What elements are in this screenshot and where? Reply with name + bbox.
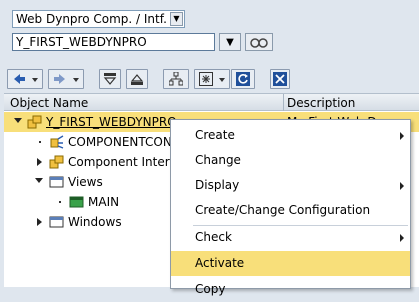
expand-button[interactable] — [99, 69, 121, 89]
leaf-dot-icon — [39, 141, 41, 143]
hierarchy-icon — [169, 72, 183, 86]
display-button[interactable] — [245, 33, 273, 51]
menu-item-activate[interactable]: Activate — [171, 251, 410, 276]
menu-item-label: Check — [195, 230, 232, 244]
expand-toggle-icon[interactable] — [14, 118, 22, 123]
menu-item-label: Create — [195, 128, 235, 142]
menu-item-create-change-configuration[interactable]: Create/Change Configuration — [171, 198, 410, 223]
leaf-dot-icon — [59, 201, 61, 203]
interface-icon — [49, 155, 64, 169]
object-name-column-header[interactable]: Object Name — [10, 95, 88, 111]
object-type-value: Web Dynpro Comp. / Intf. — [16, 12, 167, 26]
arrow-right-icon — [54, 74, 65, 84]
submenu-arrow-icon — [400, 132, 404, 140]
tree-row-label: Y_FIRST_WEBDYNPRO — [46, 115, 177, 129]
description-column-header[interactable]: Description — [287, 95, 355, 111]
tree-row-label: MAIN — [88, 195, 120, 209]
menu-item-label: Activate — [195, 256, 245, 270]
chevron-down-icon — [73, 78, 79, 82]
expand-toggle-icon[interactable] — [37, 158, 42, 166]
arrow-left-icon — [14, 74, 25, 84]
collapse-button[interactable] — [126, 69, 148, 89]
controller-icon — [50, 135, 64, 149]
menu-item-change[interactable]: Change — [171, 148, 410, 173]
menu-item-create[interactable]: Create — [171, 123, 410, 148]
hierarchy-button[interactable] — [163, 69, 189, 89]
windows-folder-icon — [49, 216, 64, 228]
menu-item-label: Display — [195, 178, 240, 192]
close-icon — [273, 72, 287, 86]
submenu-arrow-icon — [400, 182, 404, 190]
expand-toggle-icon[interactable] — [37, 218, 42, 226]
menu-item-copy[interactable]: Copy — [171, 277, 410, 302]
expand-icon — [103, 73, 117, 85]
object-type-select[interactable]: Web Dynpro Comp. / Intf. ▼ — [12, 10, 185, 28]
views-folder-icon — [49, 176, 64, 188]
menu-item-label: Change — [195, 153, 241, 167]
close-button[interactable] — [270, 69, 290, 89]
asterisk-icon — [199, 72, 213, 86]
column-header: Object Name Description — [4, 93, 419, 111]
tree-row-label: Views — [68, 175, 103, 189]
forward-button[interactable] — [48, 69, 84, 89]
object-name-value: Y_FIRST_WEBDYNPRO — [16, 35, 147, 49]
context-menu: Create Change Display Create/Change Conf… — [170, 119, 411, 296]
expand-toggle-icon[interactable] — [35, 178, 43, 183]
menu-item-label: Copy — [195, 282, 226, 296]
chevron-down-icon — [32, 78, 38, 82]
chevron-down-icon: ▼ — [226, 37, 234, 48]
collapse-icon — [130, 74, 144, 85]
tree-row-label: Windows — [68, 215, 122, 229]
menu-item-label: Create/Change Configuration — [195, 203, 371, 217]
chevron-down-icon[interactable]: ▼ — [170, 12, 183, 26]
view-icon — [69, 196, 84, 208]
glasses-icon — [250, 38, 268, 48]
tree-row-label: Component Interf — [68, 155, 174, 169]
menu-item-check[interactable]: Check — [171, 225, 410, 250]
dropdown-button[interactable]: ▼ — [219, 33, 241, 51]
column-divider[interactable] — [283, 94, 284, 111]
refresh-icon — [236, 72, 250, 86]
object-name-input[interactable]: Y_FIRST_WEBDYNPRO — [12, 33, 215, 51]
multi-select-button[interactable] — [194, 69, 230, 89]
back-button[interactable] — [7, 69, 43, 89]
refresh-button[interactable] — [231, 69, 255, 89]
menu-item-display[interactable]: Display — [171, 173, 410, 198]
tree-row-label: COMPONENTCON — [68, 135, 172, 149]
chevron-down-icon — [219, 78, 225, 82]
submenu-arrow-icon — [400, 234, 404, 242]
component-icon — [27, 115, 42, 129]
